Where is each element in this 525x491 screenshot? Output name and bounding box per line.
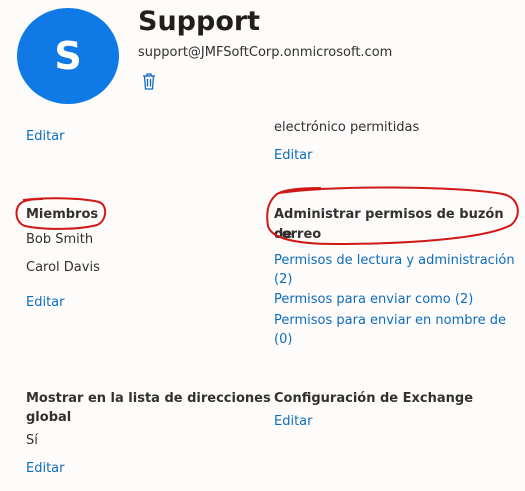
gal-heading-line2: global	[26, 410, 72, 425]
group-email: support@JMFSoftCorp.onmicrosoft.com	[138, 45, 393, 60]
edit-link-top-left[interactable]: Editar	[26, 128, 65, 146]
email-allowed-text: electrónico permitidas	[274, 120, 420, 135]
edit-link-top-right[interactable]: Editar	[274, 147, 313, 165]
read-admin-permissions-count[interactable]: (2)	[274, 271, 292, 289]
gal-value: Sí	[26, 433, 38, 448]
edit-gal-link[interactable]: Editar	[26, 460, 65, 478]
read-admin-permissions-link[interactable]: Permisos de lectura y administración	[274, 252, 515, 270]
gal-heading-line1: Mostrar en la lista de direcciones	[26, 391, 271, 406]
trash-icon	[143, 73, 155, 90]
member-item: Bob Smith	[26, 232, 94, 247]
member-item: Carol Davis	[26, 260, 100, 275]
group-name: Support	[138, 6, 261, 37]
send-on-behalf-permissions-link[interactable]: Permisos para enviar en nombre de	[274, 312, 506, 330]
exchange-settings-heading: Configuración de Exchange	[274, 391, 474, 406]
edit-members-link[interactable]: Editar	[26, 294, 65, 312]
avatar: S	[17, 8, 119, 104]
avatar-initial: S	[54, 34, 82, 78]
members-heading: Miembros	[26, 207, 99, 222]
send-as-permissions-link[interactable]: Permisos para enviar como (2)	[274, 291, 473, 309]
delete-group-button[interactable]	[140, 71, 158, 91]
edit-exchange-link[interactable]: Editar	[274, 413, 313, 431]
mailbox-permissions-heading-line2: correo	[274, 227, 322, 242]
send-on-behalf-permissions-count[interactable]: (0)	[274, 331, 292, 349]
